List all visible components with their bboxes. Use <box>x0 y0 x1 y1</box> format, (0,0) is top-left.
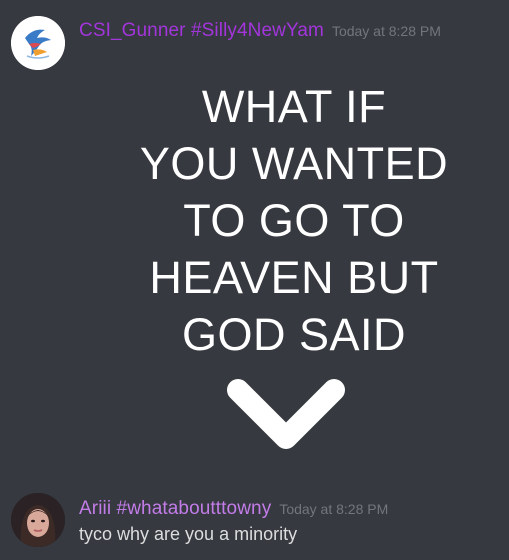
username[interactable]: CSI_Gunner #Silly4NewYam <box>79 20 324 41</box>
timestamp: Today at 8:28 PM <box>331 23 441 39</box>
meme-image[interactable]: WHAT IF YOU WANTED TO GO TO HEAVEN BUT G… <box>79 68 509 468</box>
username[interactable]: Ariii #whataboutttowny <box>79 498 271 519</box>
meme-caption-line: WHAT IF <box>201 81 387 132</box>
chat-area: CSI_Gunner #Silly4NewYam Today at 8:28 PM… <box>0 0 509 560</box>
timestamp: Today at 8:28 PM <box>279 501 389 517</box>
avatar[interactable] <box>11 493 65 547</box>
message: Ariii #whataboutttowny Today at 8:28 PM t… <box>0 484 509 560</box>
message-header: Ariii #whataboutttowny Today at 8:28 PM <box>79 498 388 520</box>
message: CSI_Gunner #Silly4NewYam Today at 8:28 PM… <box>0 0 509 480</box>
avatar[interactable] <box>11 16 65 70</box>
meme-caption-line: YOU WANTED <box>139 138 449 189</box>
chevron-down-icon <box>227 379 345 449</box>
meme-caption-line: HEAVEN BUT <box>149 252 439 303</box>
message-text: tyco why are you a minority <box>79 524 298 544</box>
meme-caption: WHAT IF YOU WANTED TO GO TO HEAVEN BUT G… <box>79 78 509 363</box>
avatar-bird-icon <box>11 16 65 70</box>
avatar-portrait-icon <box>11 493 65 547</box>
meme-caption-line: GOD SAID <box>181 309 407 360</box>
meme-caption-line: TO GO TO <box>183 195 405 246</box>
message-header: CSI_Gunner #Silly4NewYam Today at 8:28 PM <box>79 20 441 42</box>
